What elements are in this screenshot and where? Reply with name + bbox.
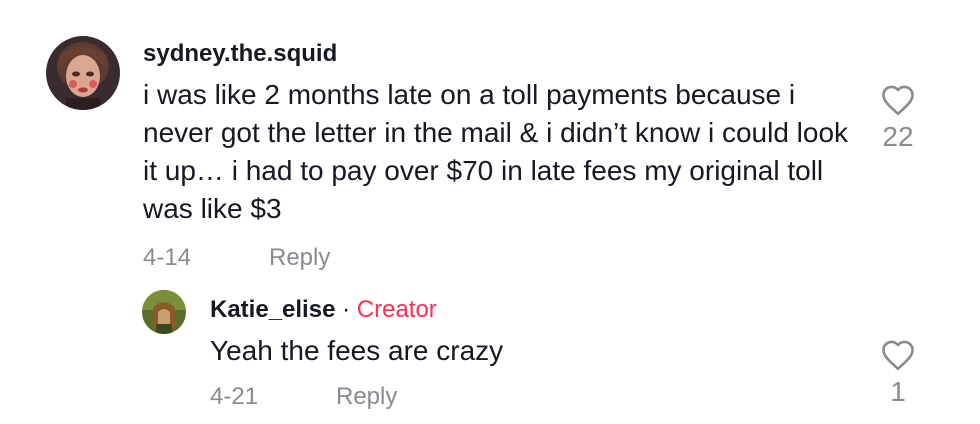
reply-button[interactable]: Reply <box>269 241 330 275</box>
creator-badge: Creator <box>356 296 437 323</box>
heart-outline-icon <box>882 340 914 371</box>
comment-item: sydney.the.squid i was like 2 months lat… <box>0 0 980 290</box>
reply-username[interactable]: Katie_elise <box>210 296 335 323</box>
comment-text: i was like 2 months late on a toll payme… <box>143 79 849 224</box>
reply-like-count: 1 <box>890 376 906 407</box>
reply-item: Katie_elise · Creator Yeah the fees are … <box>0 285 980 424</box>
like-button[interactable]: 22 <box>868 84 928 154</box>
avatar-image <box>142 290 186 334</box>
heart-outline-icon <box>882 85 914 116</box>
separator-dot: · <box>342 296 351 323</box>
comment-date: 4-14 <box>143 244 192 271</box>
reply-text: Yeah the fees are crazy <box>210 335 504 366</box>
avatar[interactable] <box>46 36 120 110</box>
avatar-image <box>46 36 120 110</box>
reply-like-button[interactable]: 1 <box>868 339 928 409</box>
reply-reply-button[interactable]: Reply <box>336 380 397 414</box>
comment-username[interactable]: sydney.the.squid <box>143 38 337 70</box>
reply-avatar[interactable] <box>142 290 186 334</box>
reply-date: 4-21 <box>210 383 259 410</box>
like-count: 22 <box>882 121 914 152</box>
reply-header: Katie_elise · Creator <box>210 294 437 326</box>
